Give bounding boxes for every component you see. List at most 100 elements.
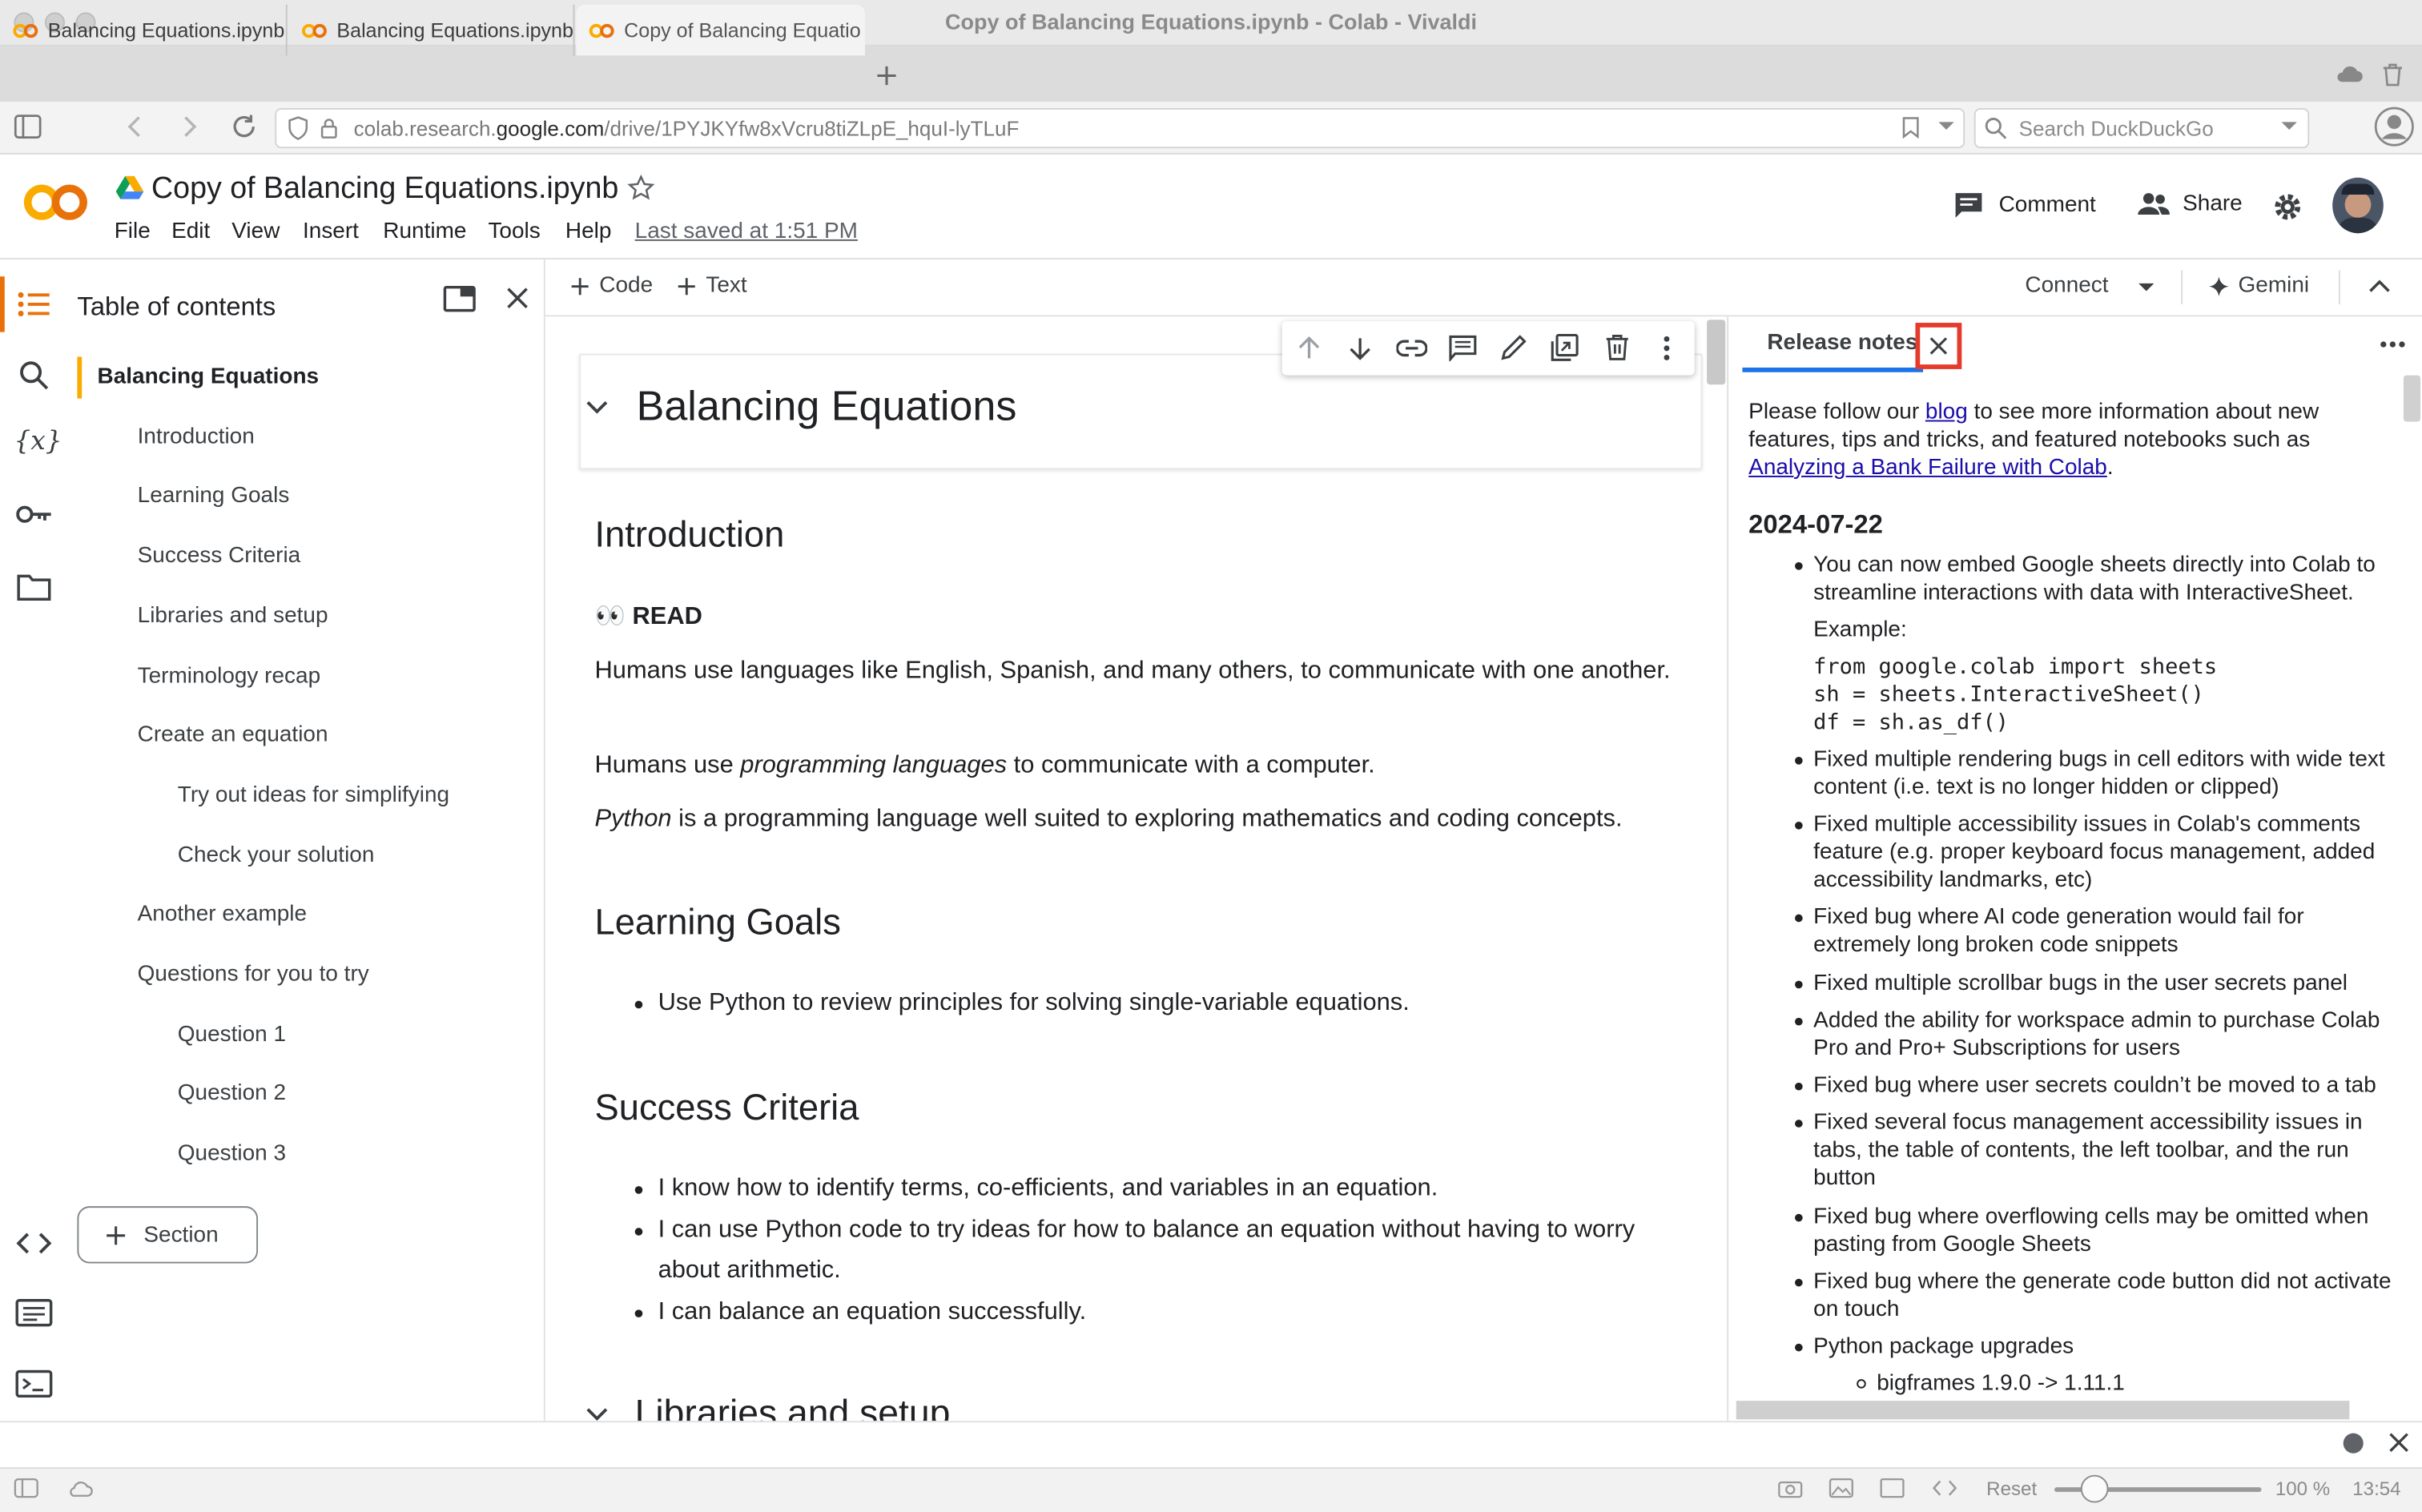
- command-palette-icon[interactable]: [15, 1299, 53, 1327]
- toc-item-terminology-recap[interactable]: Terminology recap: [138, 664, 321, 689]
- panel-toggle-icon[interactable]: [14, 115, 42, 139]
- toc-item-balancing-equations[interactable]: Balancing Equations: [98, 364, 320, 389]
- more-horizontal-icon[interactable]: [2379, 340, 2407, 349]
- notebook-scrollbar[interactable]: [1707, 320, 1726, 385]
- open-in-tab-icon[interactable]: [443, 285, 477, 312]
- move-cell-up-icon[interactable]: [1296, 335, 1322, 361]
- toc-item-questions-for-you[interactable]: Questions for you to try: [138, 962, 369, 987]
- code-snippets-icon[interactable]: [15, 1231, 52, 1256]
- toc-item-question-3[interactable]: Question 3: [178, 1141, 286, 1166]
- forward-icon[interactable]: [179, 115, 201, 139]
- browser-tab-label: Balancing Equations.ipynb: [47, 18, 285, 42]
- window-icon[interactable]: [1880, 1478, 1905, 1498]
- connect-button[interactable]: Connect: [2025, 273, 2108, 298]
- bookmark-icon[interactable]: [1901, 116, 1920, 139]
- add-code-cell-button[interactable]: Code: [571, 273, 653, 298]
- bullet-dot: [1795, 1343, 1803, 1352]
- url-dropdown-icon[interactable]: [1937, 120, 1955, 132]
- release-notes-scrollbar[interactable]: [2403, 375, 2421, 422]
- delete-cell-icon[interactable]: [1605, 334, 1630, 362]
- cloud-icon[interactable]: [66, 1478, 95, 1498]
- collapse-section-icon[interactable]: [585, 400, 609, 415]
- menu-runtime[interactable]: Runtime: [383, 219, 466, 244]
- menu-help[interactable]: Help: [565, 219, 612, 244]
- criteria-item: I can balance an equation successfully.: [658, 1298, 1087, 1325]
- toc-item-question-2[interactable]: Question 2: [178, 1081, 286, 1106]
- google-drive-icon[interactable]: [115, 175, 144, 199]
- menu-edit[interactable]: Edit: [171, 219, 210, 244]
- folder-icon[interactable]: [17, 573, 51, 601]
- toc-item-libraries-and-setup[interactable]: Libraries and setup: [138, 604, 328, 629]
- camera-icon[interactable]: [1778, 1478, 1803, 1498]
- toc-item-success-criteria[interactable]: Success Criteria: [138, 544, 301, 569]
- zoom-slider-knob[interactable]: [2080, 1474, 2109, 1503]
- more-actions-icon[interactable]: [1662, 335, 1672, 361]
- zoom-reset-button[interactable]: Reset: [1986, 1478, 2037, 1500]
- add-comment-icon[interactable]: [1449, 335, 1477, 362]
- toc-item-another-example[interactable]: Another example: [138, 902, 307, 927]
- trash-icon[interactable]: [2380, 62, 2405, 88]
- colab-logo-icon[interactable]: [22, 181, 90, 224]
- share-button[interactable]: Share: [2136, 191, 2243, 216]
- table-of-contents-icon[interactable]: [17, 291, 50, 319]
- notebook-title[interactable]: Copy of Balancing Equations.ipynb: [151, 171, 618, 207]
- terminal-icon[interactable]: [15, 1369, 53, 1398]
- address-bar[interactable]: colab.research. google.com/drive/1PYJKYfw…: [275, 107, 1965, 149]
- shield-icon[interactable]: [288, 116, 309, 141]
- menu-view[interactable]: View: [231, 219, 280, 244]
- toc-item-check-your-solution[interactable]: Check your solution: [178, 843, 375, 868]
- link-icon[interactable]: [1396, 338, 1428, 358]
- new-tab-icon[interactable]: [875, 63, 899, 88]
- release-notes-tab[interactable]: Release notes: [1767, 331, 1917, 356]
- move-cell-down-icon[interactable]: [1347, 335, 1374, 361]
- image-icon[interactable]: [1829, 1478, 1853, 1498]
- cloud-sync-icon[interactable]: [2336, 63, 2364, 85]
- search-dropdown-icon[interactable]: [2280, 120, 2299, 132]
- browser-tab-active[interactable]: Copy of Balancing Equatio: [576, 4, 866, 56]
- collapse-header-icon[interactable]: [2368, 278, 2392, 293]
- back-icon[interactable]: [123, 115, 145, 139]
- notebook-heading: Balancing Equations: [636, 383, 1017, 430]
- search-icon[interactable]: [18, 360, 50, 391]
- toc-item-try-out-ideas[interactable]: Try out ideas for simplifying: [178, 783, 449, 808]
- settings-gear-icon[interactable]: [2272, 191, 2303, 223]
- add-text-cell-button[interactable]: Text: [678, 273, 747, 298]
- reload-icon[interactable]: [230, 113, 258, 141]
- comment-button[interactable]: Comment: [1954, 191, 2096, 219]
- profile-icon[interactable]: [2374, 107, 2414, 147]
- blog-link[interactable]: blog: [1925, 400, 1968, 424]
- gemini-button[interactable]: Gemini: [2208, 273, 2309, 298]
- menu-insert[interactable]: Insert: [303, 219, 359, 244]
- bullet-dot: [1795, 1278, 1803, 1287]
- browser-tab[interactable]: Balancing Equations.ipynb: [0, 4, 288, 56]
- bullet-dot: [1795, 1120, 1803, 1128]
- mirror-cell-icon[interactable]: [1551, 333, 1579, 362]
- toc-item-introduction[interactable]: Introduction: [138, 424, 255, 449]
- close-panel-icon[interactable]: [2388, 1432, 2410, 1454]
- menu-tools[interactable]: Tools: [488, 219, 540, 244]
- variables-icon[interactable]: {x}: [14, 426, 62, 457]
- tab-underline: [1742, 367, 1924, 372]
- add-section-button[interactable]: Section: [77, 1206, 259, 1264]
- toc-item-create-an-equation[interactable]: Create an equation: [138, 723, 328, 748]
- star-icon[interactable]: [627, 174, 655, 203]
- search-field[interactable]: Search DuckDuckGo: [1973, 107, 2310, 149]
- code-icon[interactable]: [1932, 1480, 1957, 1497]
- menu-file[interactable]: File: [115, 219, 151, 244]
- user-avatar[interactable]: [2332, 177, 2384, 234]
- toc-item-learning-goals[interactable]: Learning Goals: [138, 484, 290, 509]
- connect-dropdown-icon[interactable]: [2138, 283, 2154, 293]
- panel-toggle-icon[interactable]: [14, 1478, 38, 1498]
- key-icon[interactable]: [15, 504, 52, 525]
- browser-tab[interactable]: Balancing Equations.ipynb: [289, 4, 575, 56]
- search-engine-icon[interactable]: [1983, 116, 2008, 141]
- horizontal-scrollbar[interactable]: [1736, 1401, 2350, 1420]
- collapse-section-icon[interactable]: [585, 1407, 609, 1422]
- close-release-notes-button[interactable]: [1915, 323, 1962, 369]
- edit-pencil-icon[interactable]: [1500, 334, 1528, 362]
- bank-failure-link[interactable]: Analyzing a Bank Failure with Colab: [1748, 456, 2107, 481]
- sub-bullet-circle: [1857, 1379, 1866, 1389]
- last-saved-link[interactable]: Last saved at 1:51 PM: [635, 219, 858, 244]
- toc-item-question-1[interactable]: Question 1: [178, 1023, 286, 1048]
- close-panel-icon[interactable]: [505, 286, 530, 311]
